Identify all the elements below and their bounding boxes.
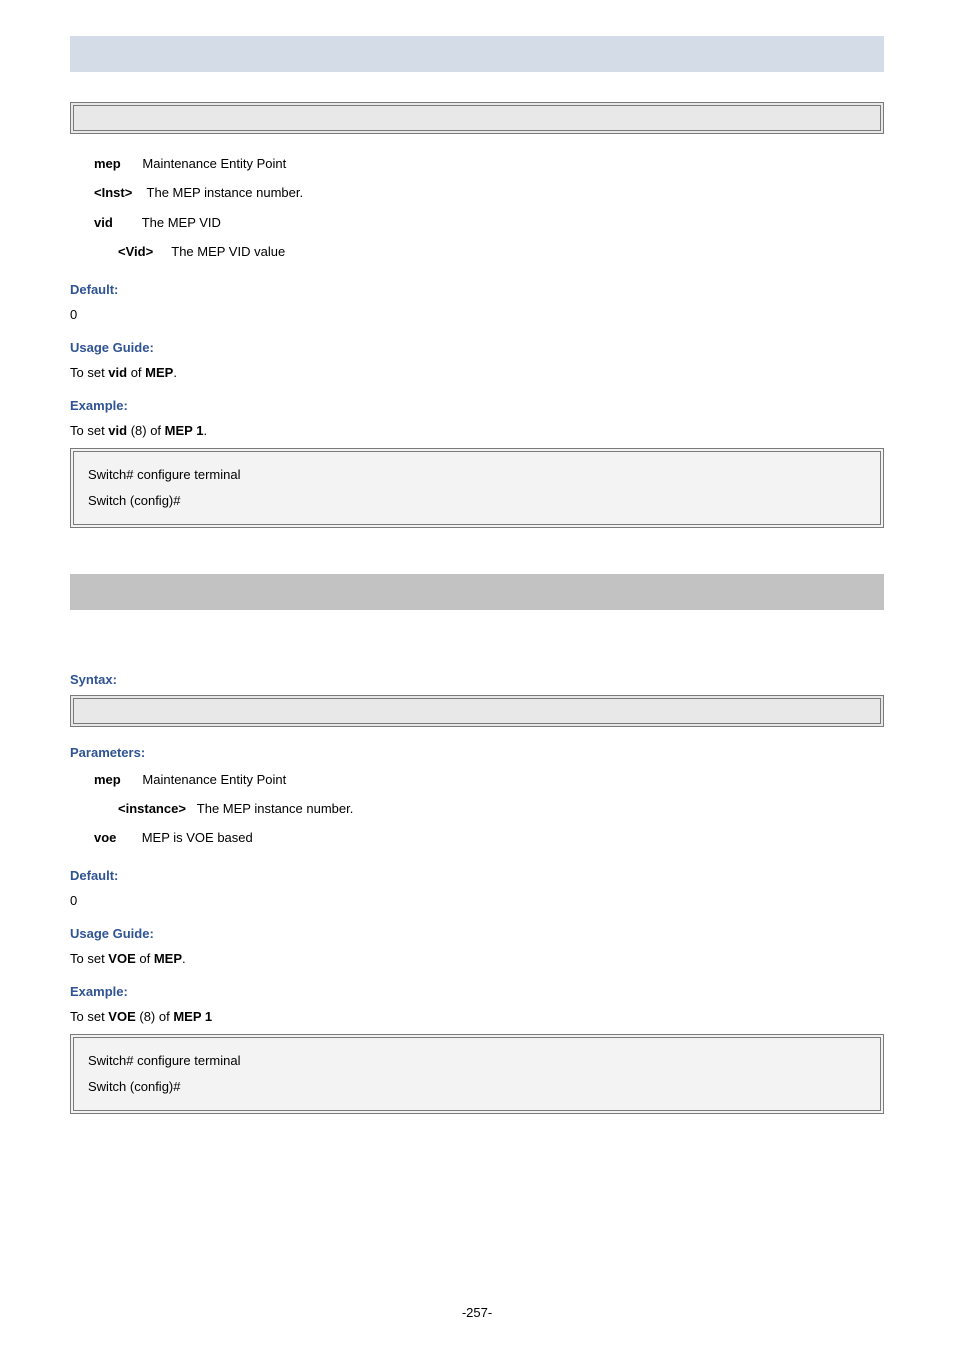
section-header-1 <box>70 36 884 72</box>
txt: . <box>173 365 177 380</box>
param-vidval: <Vid> The MEP VID value <box>118 240 884 263</box>
default-val-1: 0 <box>70 307 884 322</box>
txt: of <box>127 365 145 380</box>
param-bold: mep <box>94 772 121 787</box>
txt: . <box>203 423 207 438</box>
usage-label-1: Usage Guide: <box>70 340 884 355</box>
param-instance2: <instance> The MEP instance number. <box>118 797 884 820</box>
txt: To set <box>70 423 108 438</box>
txtb: MEP 1 <box>165 423 204 438</box>
param-bold: mep <box>94 156 121 171</box>
param-bold: <Vid> <box>118 244 153 259</box>
code-line: Switch (config)# <box>88 1074 866 1100</box>
code-box-1: Switch# configure terminal Switch (confi… <box>70 448 884 528</box>
code-box-2: Switch# configure terminal Switch (confi… <box>70 1034 884 1114</box>
section-header-2 <box>70 574 884 610</box>
txt: (8) of <box>136 1009 174 1024</box>
example-label-2: Example: <box>70 984 884 999</box>
param-desc: Maintenance Entity Point <box>142 156 286 171</box>
txtb: MEP 1 <box>173 1009 212 1024</box>
param-desc: Maintenance Entity Point <box>142 772 286 787</box>
example-line-2: To set VOE (8) of MEP 1 <box>70 1009 884 1024</box>
txtb: MEP <box>154 951 182 966</box>
txt: (8) of <box>127 423 165 438</box>
param-mep: mep Maintenance Entity Point <box>94 152 884 175</box>
page-number: -257- <box>0 1305 954 1320</box>
usage-line-1: To set vid of MEP. <box>70 365 884 380</box>
param-mep2: mep Maintenance Entity Point <box>94 768 884 791</box>
syntax-label-2: Syntax: <box>70 672 884 687</box>
txt: To set <box>70 365 108 380</box>
param-voe2: voe MEP is VOE based <box>94 826 884 849</box>
param-inst: <Inst> The MEP instance number. <box>94 181 884 204</box>
txt: . <box>182 951 186 966</box>
txtb: MEP <box>145 365 173 380</box>
param-bold: vid <box>94 215 113 230</box>
param-bold: voe <box>94 830 116 845</box>
usage-line-2: To set VOE of MEP. <box>70 951 884 966</box>
param-desc: The MEP instance number. <box>143 185 303 200</box>
param-vid: vid The MEP VID <box>94 211 884 234</box>
param-desc: The MEP instance number. <box>197 801 354 816</box>
txtb: VOE <box>108 1009 135 1024</box>
txt: To set <box>70 951 108 966</box>
param-desc: MEP is VOE based <box>142 830 253 845</box>
syntax-box-2 <box>70 695 884 727</box>
code-line: Switch (config)# <box>88 488 866 514</box>
default-label-1: Default: <box>70 282 884 297</box>
txt: To set <box>70 1009 108 1024</box>
example-line-1: To set vid (8) of MEP 1. <box>70 423 884 438</box>
default-label-2: Default: <box>70 868 884 883</box>
txtb: vid <box>108 365 127 380</box>
code-line: Switch# configure terminal <box>88 1048 866 1074</box>
default-val-2: 0 <box>70 893 884 908</box>
param-bold: <Inst> <box>94 185 132 200</box>
param-bold: <instance> <box>118 801 186 816</box>
usage-label-2: Usage Guide: <box>70 926 884 941</box>
txt: of <box>136 951 154 966</box>
param-desc: The MEP VID value <box>171 244 285 259</box>
params-label-2: Parameters: <box>70 745 884 760</box>
param-desc: The MEP VID <box>142 215 221 230</box>
syntax-box-1 <box>70 102 884 134</box>
txtb: VOE <box>108 951 135 966</box>
txtb: vid <box>108 423 127 438</box>
code-line: Switch# configure terminal <box>88 462 866 488</box>
example-label-1: Example: <box>70 398 884 413</box>
